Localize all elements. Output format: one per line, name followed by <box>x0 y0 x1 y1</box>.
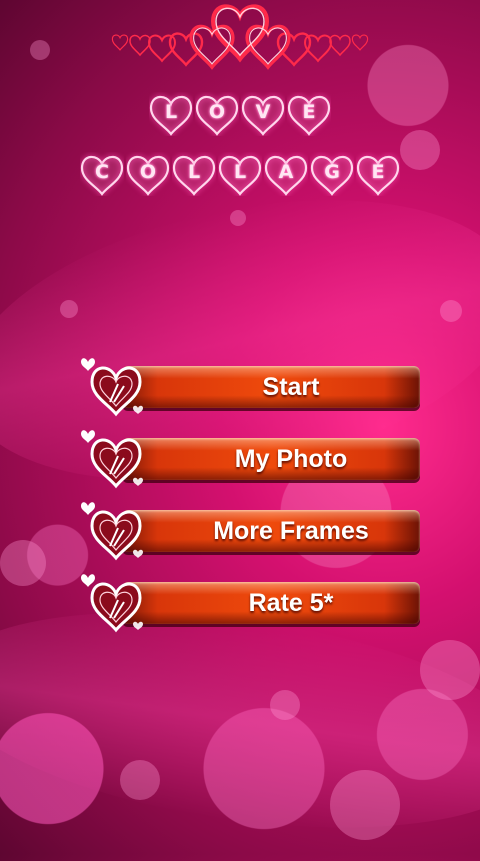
button-bar: Rate 5* <box>122 582 420 624</box>
start-button[interactable]: Start <box>80 350 420 422</box>
button-label: My Photo <box>234 445 348 473</box>
hearts-garland-icon <box>111 0 369 69</box>
title-letter-tile: G <box>310 152 354 196</box>
title-letter: C <box>95 161 109 183</box>
heart-doodle-icon <box>81 574 143 633</box>
title-letter: E <box>302 101 316 123</box>
title-letter-tile: E <box>356 152 400 196</box>
title-letter-tile: L <box>218 152 262 196</box>
title-letter: E <box>371 161 385 183</box>
heart-doodle-icon <box>81 430 143 489</box>
title-love: LOVE <box>0 92 480 136</box>
title-letter: L <box>233 161 247 183</box>
title-letter-tile: O <box>126 152 170 196</box>
title-letter-tile: E <box>287 92 331 136</box>
title-letter: G <box>324 161 340 183</box>
title-letter: A <box>278 161 294 183</box>
title-letter: L <box>187 161 201 183</box>
title-letter-tile: L <box>172 152 216 196</box>
title-collage: COLLAGE <box>0 152 480 196</box>
title-letter: O <box>139 161 157 183</box>
button-bar: Start <box>122 366 420 408</box>
title-letter: L <box>164 101 178 123</box>
more-frames-button[interactable]: More Frames <box>80 494 420 566</box>
title-letter-tile: C <box>80 152 124 196</box>
title-letter-tile: L <box>149 92 193 136</box>
button-label: Rate 5* <box>248 589 334 617</box>
button-bar: My Photo <box>122 438 420 480</box>
bokeh-light <box>0 540 46 586</box>
title-letter-tile: V <box>241 92 285 136</box>
my-photo-button[interactable]: My Photo <box>80 422 420 494</box>
button-bar: More Frames <box>122 510 420 552</box>
main-menu: Start My Photo More Frames Rate 5* <box>80 350 420 638</box>
rate-button[interactable]: Rate 5* <box>80 566 420 638</box>
title-letter: O <box>208 101 226 123</box>
heart-doodle-icon <box>81 502 143 561</box>
bokeh-light <box>30 40 50 60</box>
title-letter-tile: A <box>264 152 308 196</box>
heart-doodle-icon <box>81 358 143 417</box>
title-letter-tile: O <box>195 92 239 136</box>
button-label: Start <box>262 373 320 401</box>
button-label: More Frames <box>213 517 369 545</box>
title-letter: V <box>255 101 271 123</box>
